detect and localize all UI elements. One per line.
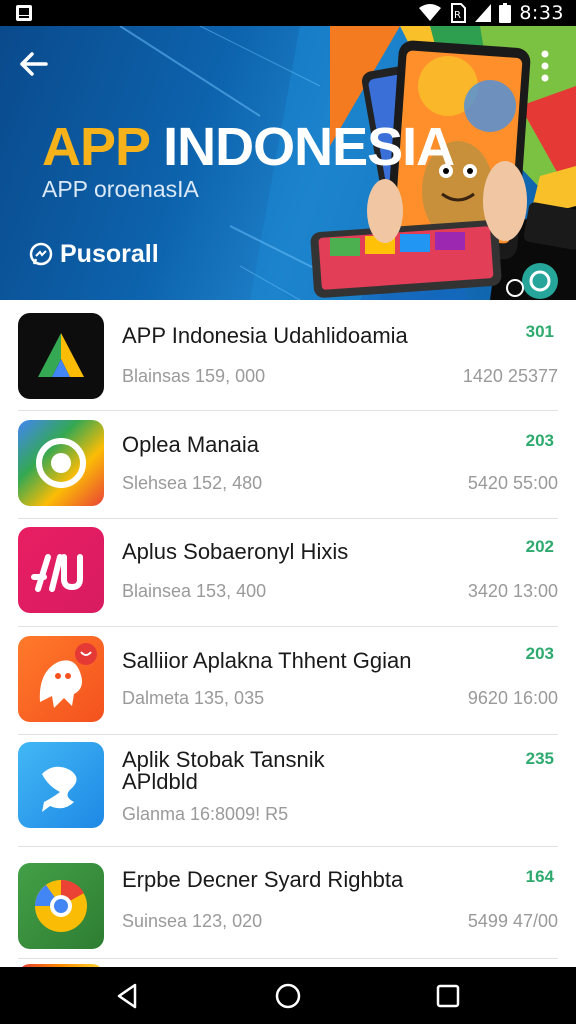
chat-swirl-icon	[18, 742, 104, 828]
app-count: 202	[525, 537, 554, 556]
signal-icon	[475, 4, 492, 22]
home-circle-icon[interactable]	[271, 979, 305, 1013]
app-subtitle: Blainsas 159, 000	[122, 366, 266, 386]
navigation-bar	[0, 967, 576, 1024]
app-meta: 5499 47/00	[467, 911, 558, 931]
app-count: 301	[525, 322, 554, 341]
app-subtitle: Glanma 16:8009! R5	[122, 804, 289, 824]
wifi-icon	[419, 4, 442, 21]
app-title: Aplik Stobak Tansnik	[122, 747, 325, 772]
battery-icon	[499, 3, 512, 23]
app-title: APP Indonesia Udahlidoamia	[122, 323, 408, 348]
chrome-swirl-icon	[18, 863, 104, 949]
arrow-triangle-icon	[18, 313, 104, 399]
app-count: 203	[525, 644, 554, 663]
hero-title-part1: APP	[42, 117, 150, 177]
hero-brand: Pusorall	[28, 240, 159, 269]
hero-title: APP INDONESIA	[42, 116, 455, 178]
app-subtitle: Blainsea 153, 400	[122, 581, 267, 601]
app-title: Erpbe Decner Syard Righbta	[122, 867, 404, 892]
ghost-character-icon	[18, 636, 104, 722]
app-meta: 9620 16:00	[467, 688, 558, 708]
app-title: Salliior Aplakna Thhent Ggian	[122, 648, 412, 673]
clock: 8:33	[519, 2, 564, 24]
sim-icon: R	[451, 3, 467, 23]
app-title: Aplus Sobaeronyl Hixis	[122, 539, 349, 564]
app-count: 203	[525, 431, 554, 450]
back-arrow-icon[interactable]	[14, 46, 56, 82]
list-item[interactable]: Salliior Aplakna Thhent Ggian Dalmeta 13…	[0, 627, 576, 735]
more-options-icon[interactable]	[528, 46, 562, 86]
app-count: 235	[525, 749, 554, 768]
app-list: APP Indonesia Udahlidoamia Blainsas 159,…	[0, 300, 576, 967]
app-subtitle: Dalmeta 135, 035	[122, 688, 265, 708]
target-ring-icon	[18, 420, 104, 506]
divider	[18, 958, 558, 959]
messenger-icon	[29, 242, 53, 265]
hero-brand-label: Pusorall	[60, 240, 159, 268]
app-meta: 1420 25377	[462, 366, 558, 386]
svg-text:R: R	[454, 10, 461, 21]
list-item[interactable]: Aplik Stobak Tansnik APldbld Glanma 16:8…	[0, 735, 576, 847]
hero-subtitle: APP oroenasIA	[42, 176, 199, 202]
list-item[interactable]: Erpbe Decner Syard Righbta Suinsea 123, …	[0, 847, 576, 959]
app-meta: 3420 13:00	[467, 581, 558, 601]
back-triangle-icon[interactable]	[111, 979, 145, 1013]
app-subtitle: Suinsea 123, 020	[122, 911, 263, 931]
app-title-line2: APldbld	[122, 769, 198, 794]
app-meta: 5420 55:00	[467, 473, 558, 493]
list-item[interactable]: Aplus Sobaeronyl Hixis Blainsea 153, 400…	[0, 519, 576, 627]
app-subtitle: Slehsea 152, 480	[122, 473, 263, 493]
hero-title-part2: INDONESIA	[163, 117, 455, 177]
notification-icon	[16, 5, 32, 21]
app-title: Oplea Manaia	[122, 432, 259, 457]
list-item[interactable]: APP Indonesia Udahlidoamia Blainsas 159,…	[0, 300, 576, 411]
status-bar: R 8:33	[0, 0, 576, 26]
hero-banner: APP INDONESIA APP oroenasIA Pusorall	[0, 26, 576, 300]
slash-letters-icon	[18, 527, 104, 613]
app-count: 164	[525, 867, 554, 886]
list-item[interactable]: Oplea Manaia Slehsea 152, 480 203 5420 5…	[0, 411, 576, 519]
recents-square-icon[interactable]	[431, 979, 465, 1013]
